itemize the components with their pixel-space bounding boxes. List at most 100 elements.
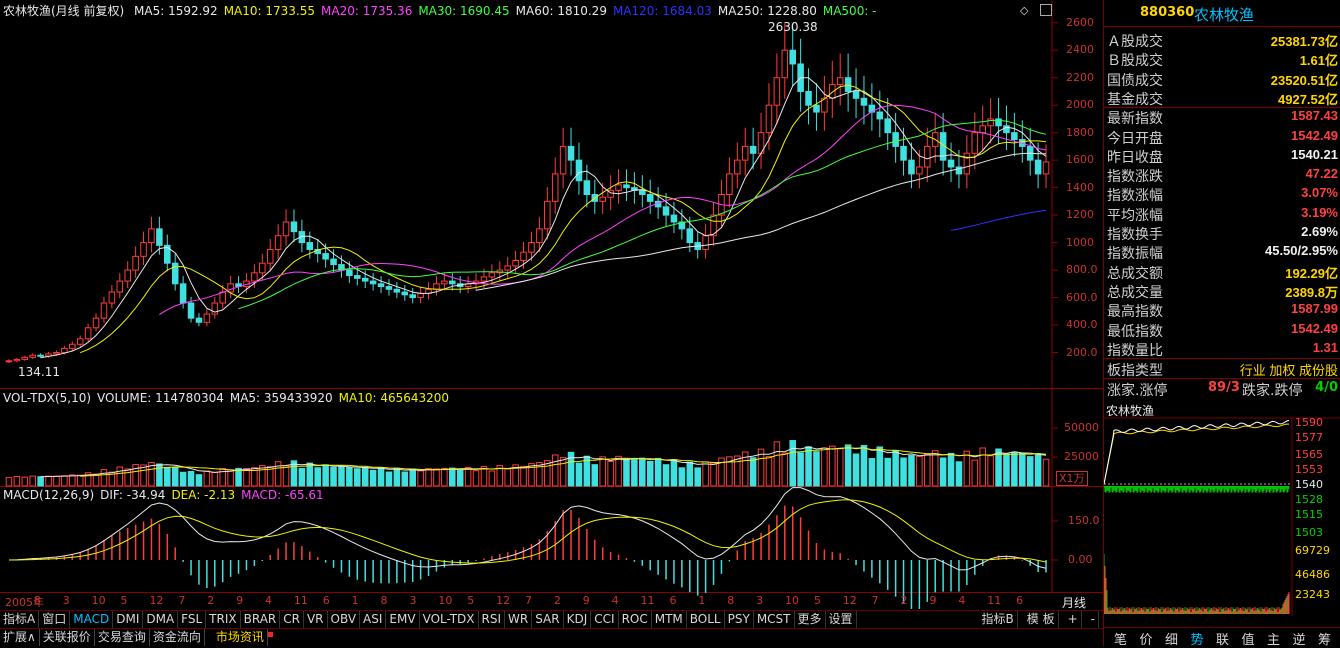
panel-header: 880360 农林牧渔	[1104, 0, 1340, 27]
ma-legend-item-0: MA5: 1592.92	[134, 4, 218, 18]
period-label[interactable]: 月线	[1062, 594, 1086, 611]
indicator-tab-1[interactable]: 窗口	[39, 611, 71, 628]
mini-price-tick: 1553	[1295, 463, 1323, 476]
panel-tab-6[interactable]: 主	[1267, 629, 1280, 648]
volume-tick-label: 25000	[1064, 450, 1099, 464]
time-axis-label: 6	[1016, 594, 1024, 607]
indicator-tab-11[interactable]: ASI	[360, 611, 387, 628]
indicator-tab-22[interactable]: PSY	[725, 611, 754, 628]
chart-maximize-icon[interactable]	[1040, 4, 1052, 16]
panel-tab-4[interactable]: 联	[1216, 629, 1229, 648]
volume-bar	[21, 476, 29, 487]
macd-legend-item-1: DIF: -34.94	[100, 488, 166, 502]
macd-dea-line	[9, 499, 1047, 564]
indicator-tab-21[interactable]: BOLL	[687, 611, 725, 628]
indicator-tab-24[interactable]: 更多	[795, 611, 826, 628]
indicator-tab-3[interactable]: DMI	[113, 611, 144, 628]
chart-canvas[interactable]	[0, 0, 1103, 610]
candle-body	[900, 145, 907, 161]
candle-body	[449, 280, 456, 285]
time-axis-label: 8	[727, 594, 735, 607]
volume-bar	[1026, 456, 1034, 487]
indicator-tab-8[interactable]: CR	[280, 611, 304, 628]
candle-body	[544, 200, 551, 230]
volume-bar	[931, 450, 939, 487]
quote-row-value: 4927.52亿	[1278, 91, 1338, 107]
panel-tab-5[interactable]: 值	[1242, 629, 1255, 648]
candle-body	[322, 253, 329, 260]
quote-row: Ａ股成交 25381.73亿	[1104, 30, 1340, 50]
indicator-tab-0[interactable]: 指标A	[0, 611, 40, 628]
quote-row-label: 最新指数	[1107, 111, 1163, 128]
bottom-tab-2[interactable]: 交易查询	[95, 629, 150, 646]
ma-legend-list: MA5: 1592.92 MA10: 1733.55 MA20: 1735.36 MA…	[134, 4, 883, 18]
indicator-tab-2[interactable]: MACD	[70, 611, 114, 628]
indicator-tab-25[interactable]: 设置	[826, 611, 857, 628]
panel-tab-7[interactable]: 逆	[1293, 629, 1306, 648]
candle-body	[433, 283, 440, 290]
volume-bar	[377, 467, 385, 487]
indicator-tab-9[interactable]: VR	[304, 611, 328, 628]
indicator-tab-12[interactable]: EMV	[386, 611, 420, 628]
indicator-tab-15[interactable]: WR	[505, 611, 533, 628]
panel-tab-2[interactable]: 细	[1165, 629, 1178, 648]
bottom-tab-bar: 扩展∧ 关联报价 交易查询 资金流向 市场资讯	[0, 628, 1103, 647]
indicator-tab-6[interactable]: TRIX	[206, 611, 241, 628]
volume-bar	[686, 461, 694, 487]
candle-body	[504, 265, 511, 271]
indicator-tab-19[interactable]: ROC	[619, 611, 652, 628]
volume-bar	[639, 457, 646, 487]
chart-area[interactable]: 农林牧渔(月线 前复权) MA5: 1592.92 MA10: 1733.55 MA…	[0, 0, 1103, 610]
indicator-tab-5[interactable]: FSL	[178, 611, 207, 628]
bottom-tab-3[interactable]: 资金流向	[150, 629, 205, 646]
indicator-right-tab-2[interactable]: +	[1065, 611, 1082, 628]
indicator-tab-10[interactable]: OBV	[328, 611, 361, 628]
volume-legend-item-3: MA10: 465643200	[338, 391, 450, 405]
time-axis-label: 12	[842, 594, 857, 607]
quote-row-label: 指数涨跌	[1107, 169, 1163, 186]
candle-body	[741, 145, 749, 161]
indicator-right-tab-0[interactable]: 指标B	[979, 611, 1018, 628]
quote-row: 指数振幅 45.50/2.95%	[1104, 242, 1340, 262]
macd-tick-label: 0.00	[1068, 553, 1093, 566]
volume-legend-item-1: VOLUME: 114780304	[97, 391, 224, 405]
indicator-right-tab-3[interactable]: -	[1088, 611, 1099, 628]
bottom-tab-news[interactable]: 市场资讯	[213, 629, 268, 646]
quote-row-label: 总成交额	[1107, 265, 1163, 282]
chart-expand-icon[interactable]: ◇	[1020, 4, 1028, 17]
volume-bar	[813, 451, 820, 487]
indicator-tab-14[interactable]: RSI	[479, 611, 506, 628]
main-chart-title: 农林牧渔(月线 前复权)	[3, 4, 125, 18]
quote-panel: 880360 农林牧渔 Ａ股成交 25381.73亿 Ｂ股成交 1.61亿 国债成交 23…	[1103, 0, 1340, 648]
indicator-tab-23[interactable]: MCST	[754, 611, 795, 628]
ma120-line	[950, 209, 1047, 231]
panel-tab-8[interactable]: 筹	[1318, 629, 1331, 648]
bottom-tab-0[interactable]: 扩展∧	[0, 629, 40, 646]
time-axis-label: 5	[467, 594, 475, 607]
indicator-right-tab-1[interactable]: 模 板	[1024, 611, 1059, 628]
quote-row-value: 1542.49	[1291, 127, 1338, 143]
candle-body	[1034, 159, 1042, 175]
ma-legend-item-7: MA500: -	[822, 4, 877, 18]
indicator-tab-bar: 指标A 窗口 MACD DMI DMA FSL TRIX BRAR CR VR OBV ASI EMV V…	[0, 610, 1103, 628]
candle-body	[148, 228, 155, 244]
macd-legend-item-0: MACD(12,26,9)	[3, 488, 95, 502]
indicator-tab-4[interactable]: DMA	[143, 611, 179, 628]
bottom-tab-1[interactable]: 关联报价	[40, 629, 95, 646]
indicator-tab-7[interactable]: BRAR	[241, 611, 281, 628]
panel-tab-0[interactable]: 笔	[1114, 629, 1127, 648]
ma-legend-item-2: MA20: 1735.36	[321, 4, 413, 18]
volume-bar	[979, 447, 986, 487]
indicator-tab-20[interactable]: MTM	[652, 611, 687, 628]
panel-tab-1[interactable]: 价	[1140, 629, 1153, 648]
indicator-tab-18[interactable]: CCI	[591, 611, 619, 628]
time-axis-label: 11	[987, 594, 1002, 607]
candle-body	[156, 228, 163, 246]
candle-body	[575, 159, 583, 182]
panel-tab-3[interactable]: 势	[1191, 629, 1204, 648]
indicator-tab-17[interactable]: KDJ	[564, 611, 592, 628]
price-tick-label: 1000	[1066, 235, 1094, 249]
time-axis-label: 10	[438, 594, 453, 607]
indicator-tab-13[interactable]: VOL-TDX	[420, 611, 479, 628]
indicator-tab-16[interactable]: SAR	[532, 611, 564, 628]
